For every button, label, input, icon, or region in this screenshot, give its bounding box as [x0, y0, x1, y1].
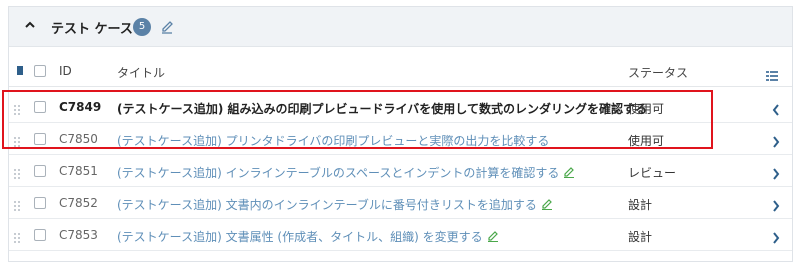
case-id[interactable]: C7853	[59, 228, 98, 242]
chevron-right-icon[interactable]	[772, 197, 780, 212]
edit-icon[interactable]	[563, 166, 575, 178]
case-id[interactable]: C7852	[59, 196, 98, 210]
test-cases-panel: テスト ケース 5 ID タイトル ステータス C7849 (テストケース追加) …	[8, 6, 793, 262]
row-checkbox[interactable]	[34, 229, 46, 241]
row-checkbox[interactable]	[34, 101, 46, 113]
case-title-link[interactable]: (テストケース追加) 組み込みの印刷プレビュードライバを使用して数式のレンダリン…	[117, 100, 647, 117]
pencil-icon[interactable]	[160, 18, 174, 34]
case-title-link[interactable]: (テストケース追加) インラインテーブルのスペースとインデントの計算を確認する	[117, 164, 575, 181]
row-checkbox[interactable]	[34, 165, 46, 177]
drag-handle-icon[interactable]	[13, 133, 21, 147]
case-title-text: (テストケース追加) 文書内のインラインテーブルに番号付きリストを追加する	[117, 198, 537, 212]
case-title-text: (テストケース追加) 文書属性 (作成者、タイトル、組織) を変更する	[117, 230, 483, 244]
case-id[interactable]: C7850	[59, 132, 98, 146]
select-all-checkbox[interactable]	[34, 65, 46, 77]
case-id[interactable]: C7849	[59, 100, 101, 114]
drag-handle-icon[interactable]	[13, 165, 21, 179]
edit-icon[interactable]	[487, 230, 499, 242]
case-status: 使用可	[628, 134, 665, 148]
chevron-right-icon[interactable]	[772, 165, 780, 180]
chevron-left-icon[interactable]	[772, 101, 780, 116]
case-status: レビュー	[628, 166, 677, 180]
table-row[interactable]: C7852 (テストケース追加) 文書内のインラインテーブルに番号付きリストを追加…	[9, 187, 792, 219]
section-header: テスト ケース 5	[9, 7, 792, 47]
table-row[interactable]: C7853 (テストケース追加) 文書属性 (作成者、タイトル、組織) を変更する…	[9, 219, 792, 251]
column-header-title[interactable]: タイトル	[117, 64, 165, 81]
case-id[interactable]: C7851	[59, 164, 98, 178]
case-title-link[interactable]: (テストケース追加) 文書属性 (作成者、タイトル、組織) を変更する	[117, 228, 499, 245]
selection-marker	[17, 66, 23, 75]
case-status: 設計	[628, 198, 653, 212]
drag-handle-icon[interactable]	[13, 229, 21, 243]
drag-handle-icon[interactable]	[13, 101, 21, 115]
case-title-text: (テストケース追加) 組み込みの印刷プレビュードライバを使用して数式のレンダリン…	[117, 102, 647, 116]
row-checkbox[interactable]	[34, 197, 46, 209]
case-title-link[interactable]: (テストケース追加) 文書内のインラインテーブルに番号付きリストを追加する	[117, 196, 553, 213]
case-title-text: (テストケース追加) インラインテーブルのスペースとインデントの計算を確認する	[117, 166, 560, 180]
case-status: 設計	[628, 230, 653, 244]
column-header-status[interactable]: ステータス	[628, 64, 688, 81]
case-title-text: (テストケース追加) プリンタドライバの印刷プレビューと実際の出力を比較する	[117, 134, 550, 148]
chevron-up-icon[interactable]	[23, 19, 37, 33]
case-status: 使用可	[628, 102, 665, 116]
table-row[interactable]: C7851 (テストケース追加) インラインテーブルのスペースとインデントの計算を…	[9, 155, 792, 187]
case-title-link[interactable]: (テストケース追加) プリンタドライバの印刷プレビューと実際の出力を比較する	[117, 132, 549, 149]
section-title: テスト ケース	[51, 22, 133, 37]
count-badge: 5	[133, 18, 151, 36]
row-checkbox[interactable]	[34, 133, 46, 145]
table-row[interactable]: C7849 (テストケース追加) 組み込みの印刷プレビュードライバを使用して数式の…	[9, 91, 792, 123]
column-header-id[interactable]: ID	[59, 64, 72, 78]
chevron-right-icon[interactable]	[772, 229, 780, 244]
column-header-row: ID タイトル ステータス	[9, 53, 792, 87]
chevron-right-icon[interactable]	[772, 133, 780, 148]
edit-icon[interactable]	[541, 198, 553, 210]
column-settings-icon[interactable]	[766, 66, 778, 81]
table-row[interactable]: C7850 (テストケース追加) プリンタドライバの印刷プレビューと実際の出力を比…	[9, 123, 792, 155]
drag-handle-icon[interactable]	[13, 197, 21, 211]
